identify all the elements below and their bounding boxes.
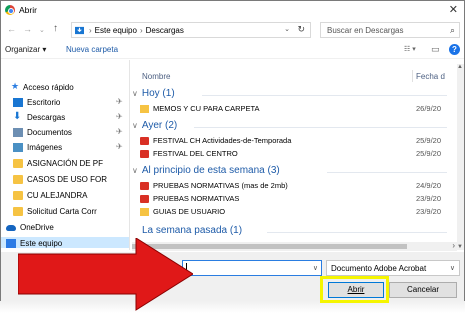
group-header-semana-pasada[interactable]: La semana pasada (1) [142, 225, 242, 236]
file-list: Nombre Fecha d ∨ Hoy (1) MEMOS Y CU PARA … [132, 62, 457, 252]
organize-button[interactable]: Organizar ▾ [5, 45, 46, 54]
search-icon[interactable]: ⌕ [450, 25, 455, 36]
breadcrumb-este-equipo[interactable]: Este equipo [95, 26, 137, 35]
sidebar-item-cu-alejandra[interactable]: CU ALEJANDRA [1, 189, 129, 203]
cancel-button[interactable]: Cancelar [389, 282, 457, 298]
forward-icon[interactable]: → [23, 24, 32, 34]
new-folder-button[interactable]: Nueva carpeta [66, 45, 118, 54]
pc-icon [6, 239, 16, 248]
command-toolbar: Organizar ▾ Nueva carpeta ☷ ▾ ▭ ? [1, 41, 464, 59]
pane-divider[interactable] [129, 60, 130, 250]
list-item[interactable]: FESTIVAL DEL CENTRO 25/9/20 [136, 148, 456, 160]
folder-icon [13, 191, 23, 200]
sidebar-item-imagenes[interactable]: Imágenes ✈ [1, 141, 129, 155]
group-header-esta-semana[interactable]: ∨ Al principio de esta semana (3) [132, 165, 280, 176]
documents-icon [13, 128, 23, 137]
pdf-icon [140, 195, 149, 203]
folder-icon [13, 175, 23, 184]
group-divider [267, 232, 447, 233]
file-name-input[interactable]: ∨ [182, 260, 322, 276]
star-icon: ★ [11, 81, 20, 91]
close-button[interactable]: ✕ [449, 3, 458, 16]
red-arrow-annotation [18, 238, 193, 311]
breadcrumb-descargas[interactable]: Descargas [146, 26, 184, 35]
preview-pane-icon[interactable]: ▭ [431, 44, 440, 55]
refresh-icon[interactable]: ↻ [297, 24, 305, 35]
dialog-title: Abrir [19, 5, 37, 15]
chevron-down-icon: ∨ [132, 89, 138, 98]
sidebar-item-onedrive[interactable]: OneDrive [1, 221, 129, 235]
folder-icon [13, 159, 23, 168]
pdf-icon [140, 137, 149, 145]
recent-dropdown-icon[interactable]: ⌄ [39, 26, 45, 34]
chrome-icon [5, 5, 15, 15]
group-divider [202, 95, 447, 96]
column-header-name[interactable]: Nombre [142, 72, 170, 81]
pin-icon: ✈ [116, 127, 123, 136]
chevron-down-icon: ∨ [132, 166, 138, 175]
sidebar-item-escritorio[interactable]: Escritorio ✈ [1, 96, 129, 110]
desktop-icon [13, 98, 23, 107]
list-item[interactable]: PRUEBAS NORMATIVAS 23/9/20 [136, 193, 456, 205]
breadcrumb: › Este equipo › Descargas [89, 26, 184, 35]
list-item[interactable]: MEMOS Y CU PARA CARPETA 26/9/20 [136, 103, 456, 115]
group-header-ayer[interactable]: ∨ Ayer (2) [132, 120, 177, 131]
pictures-icon [13, 143, 23, 152]
group-divider [327, 172, 447, 173]
group-divider [194, 127, 447, 128]
list-item[interactable]: GUIAS DE USUARIO 23/9/20 [136, 206, 456, 218]
scroll-up-icon[interactable]: ▲ [457, 64, 463, 70]
scroll-right-icon[interactable]: › [452, 241, 455, 250]
search-placeholder: Buscar en Descargas [327, 26, 404, 35]
list-item[interactable]: PRUEBAS NORMATIVAS (mas de 2mb) 24/9/20 [136, 180, 456, 192]
sidebar-item-asignacion[interactable]: ASIGNACIÓN DE PF [1, 157, 129, 171]
pin-icon: ✈ [116, 97, 123, 106]
vertical-scrollbar[interactable]: ▲ ▼ [457, 64, 464, 250]
back-icon[interactable]: ← [7, 24, 16, 34]
chevron-down-icon: ∨ [449, 265, 455, 272]
highlight-box [320, 276, 389, 303]
help-icon[interactable]: ? [449, 44, 460, 55]
sidebar-item-solicitud-carta[interactable]: Solicitud Carta Corr [1, 205, 129, 219]
folder-icon [13, 207, 23, 216]
navigation-pane: ★ Acceso rápido Escritorio ✈ ⬇ Descargas… [1, 76, 129, 248]
sidebar-item-descargas[interactable]: ⬇ Descargas ✈ [1, 111, 129, 125]
search-input[interactable]: Buscar en Descargas ⌕ [320, 22, 460, 38]
navigation-bar: ← → ⌄ ↑ › Este equipo › Descargas ⌄ ↻ Busca… [1, 20, 464, 40]
up-icon[interactable]: ↑ [53, 23, 58, 34]
sidebar-item-casos-de-uso[interactable]: CASOS DE USO FOR [1, 173, 129, 187]
onedrive-icon [6, 225, 16, 231]
column-header-date[interactable]: Fecha d [416, 72, 445, 81]
chevron-down-icon: ∨ [132, 121, 138, 130]
address-bar[interactable]: › Este equipo › Descargas ⌄ ↻ [71, 22, 311, 38]
view-options-icon[interactable]: ☷ ▾ [404, 45, 416, 53]
folder-icon [140, 208, 149, 216]
folder-icon [140, 105, 149, 113]
downloads-folder-icon [75, 26, 84, 35]
column-divider[interactable] [412, 70, 413, 82]
title-bar: Abrir ✕ [1, 1, 464, 19]
group-header-hoy[interactable]: ∨ Hoy (1) [132, 88, 175, 99]
pdf-icon [140, 150, 149, 158]
pin-icon: ✈ [116, 112, 123, 121]
sidebar-item-acceso-rapido[interactable]: ★ Acceso rápido [1, 81, 129, 95]
list-item[interactable]: FESTIVAL CH Actividades-de-Temporada 25/… [136, 135, 456, 147]
chevron-down-icon[interactable]: ∨ [313, 264, 318, 272]
address-dropdown-icon[interactable]: ⌄ [284, 25, 290, 33]
sidebar-item-documentos[interactable]: Documentos ✈ [1, 126, 129, 140]
file-type-select[interactable]: Documento Adobe Acrobat ∨ [326, 260, 460, 276]
pdf-icon [140, 182, 149, 190]
scroll-down-icon[interactable]: ▼ [457, 244, 463, 250]
downloads-icon: ⬇ [13, 111, 22, 122]
pin-icon: ✈ [116, 142, 123, 151]
